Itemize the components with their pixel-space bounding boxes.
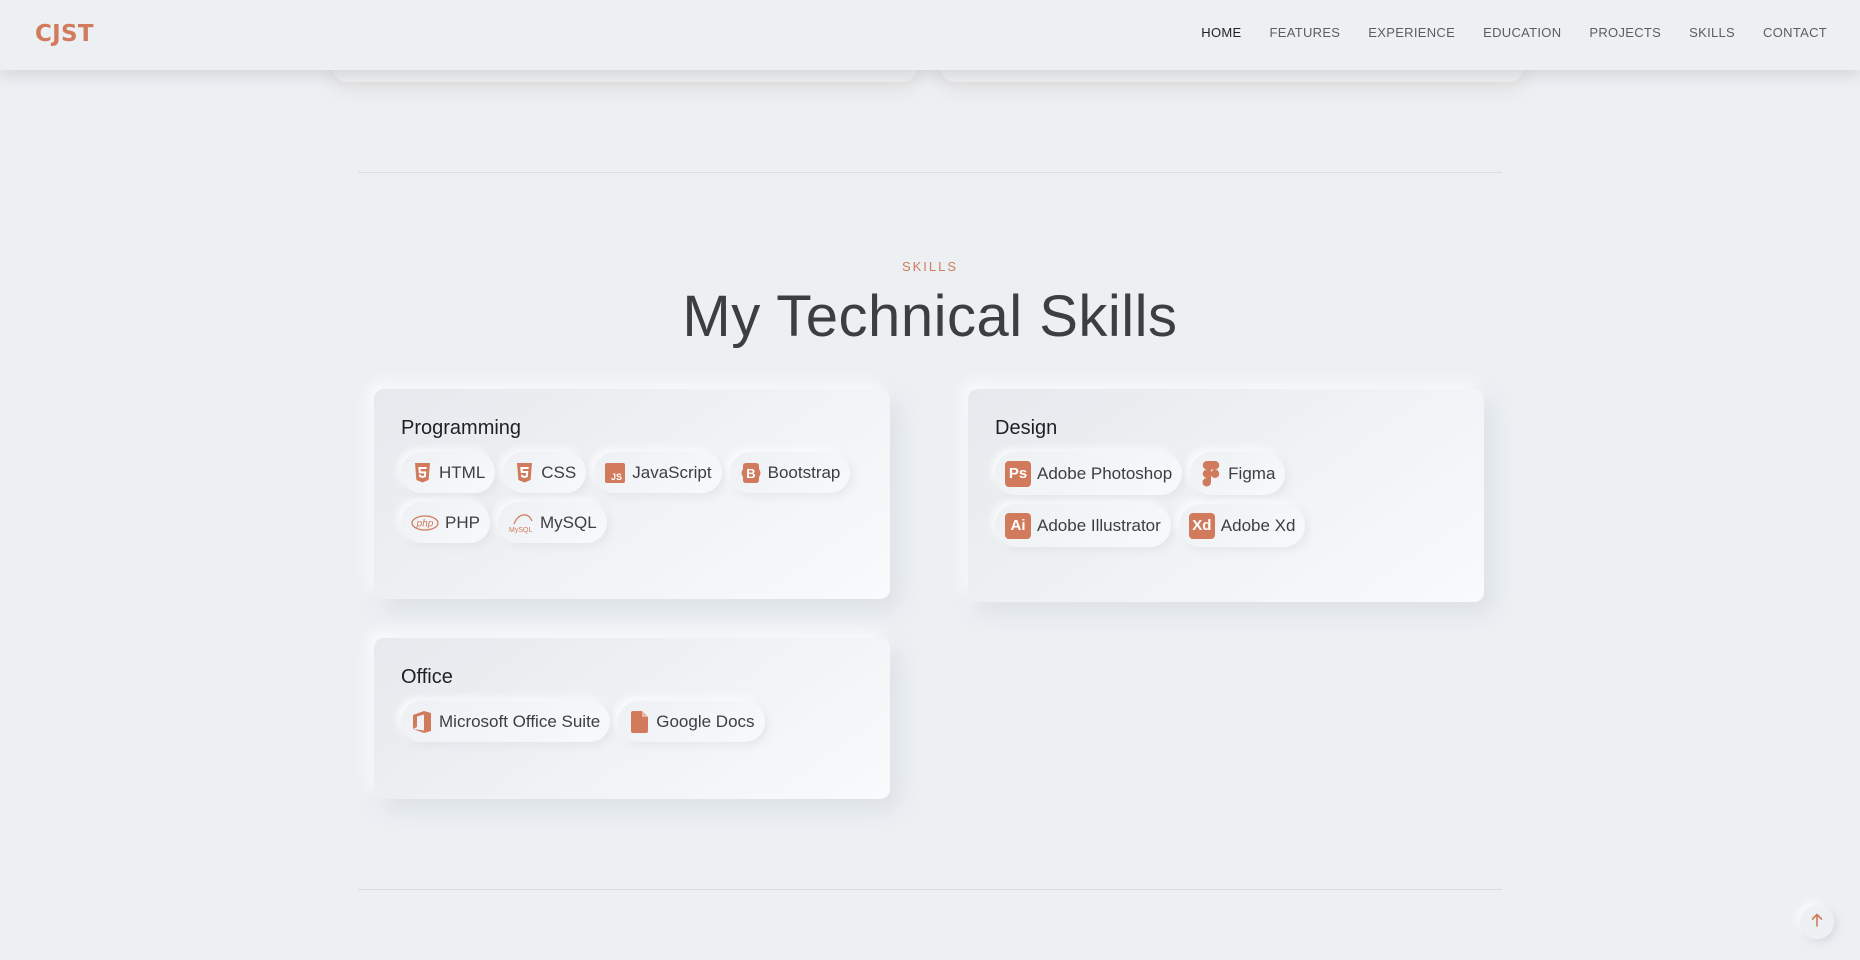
php-icon: php — [411, 511, 439, 535]
section-kicker: SKILLS — [901, 259, 959, 274]
css3-icon — [513, 461, 535, 485]
skill-label: Adobe Xd — [1220, 515, 1296, 535]
skill-label: MySQL — [539, 512, 597, 532]
card-title: Office — [401, 666, 453, 688]
nav-item-experience[interactable]: EXPERIENCE — [1368, 25, 1455, 40]
skill-chip-google-docs[interactable]: Google Docs — [618, 701, 765, 742]
skill-list: Ps Adobe Photoshop Figma Ai Adobe Illust… — [995, 452, 1457, 547]
back-to-top-button[interactable] — [1800, 905, 1834, 939]
mysql-icon-text: MySQL — [509, 527, 532, 534]
javascript-icon: JS — [604, 461, 626, 485]
office-icon — [411, 710, 433, 734]
skill-label: HTML — [439, 462, 486, 482]
main-nav: HOME FEATURES EXPERIENCE EDUCATION PROJE… — [1201, 25, 1827, 40]
bootstrap-icon-text: B — [746, 466, 755, 481]
document-icon — [628, 710, 650, 734]
illustrator-icon: Ai — [1005, 512, 1031, 539]
skill-label: PHP — [445, 512, 480, 532]
section-divider — [358, 172, 1502, 173]
skill-card-programming: Programming HTML CSS JS JavaScript B Boo… — [374, 389, 890, 599]
skill-label: Microsoft Office Suite — [439, 711, 601, 731]
skill-chip-mysql[interactable]: MySQL MySQL — [497, 502, 607, 543]
bootstrap-icon: B — [740, 461, 762, 485]
site-logo[interactable]: CJST — [35, 21, 94, 47]
skill-chip-photoshop[interactable]: Ps Adobe Photoshop — [995, 452, 1183, 495]
skill-chip-php[interactable]: php PHP — [401, 502, 490, 543]
mysql-icon: MySQL — [508, 511, 534, 535]
section-divider — [358, 889, 1502, 890]
skill-chip-figma[interactable]: Figma — [1190, 452, 1286, 495]
skill-label: Google Docs — [656, 711, 755, 731]
card-title: Programming — [401, 417, 522, 439]
skill-label: Bootstrap — [767, 462, 841, 482]
javascript-icon-text: JS — [611, 472, 622, 482]
skill-card-design: Design Ps Adobe Photoshop Figma Ai Adobe… — [968, 389, 1484, 602]
nav-item-home[interactable]: HOME — [1201, 25, 1241, 40]
skill-chip-html[interactable]: HTML — [401, 452, 496, 493]
skill-chip-illustrator[interactable]: Ai Adobe Illustrator — [995, 504, 1171, 547]
skill-label: Adobe Photoshop — [1037, 463, 1173, 483]
skill-chip-bootstrap[interactable]: B Bootstrap — [729, 452, 851, 493]
section-title: My Technical Skills — [682, 284, 1178, 349]
skill-label: CSS — [541, 462, 577, 482]
skill-label: JavaScript — [632, 462, 712, 482]
nav-item-contact[interactable]: CONTACT — [1763, 25, 1827, 40]
skill-list: HTML CSS JS JavaScript B Bootstrap php P… — [401, 452, 863, 543]
figma-icon — [1200, 460, 1222, 486]
skill-chip-office[interactable]: Microsoft Office Suite — [401, 701, 611, 742]
skill-chip-javascript[interactable]: JS JavaScript — [594, 452, 722, 493]
nav-item-features[interactable]: FEATURES — [1270, 25, 1341, 40]
skill-list: Microsoft Office Suite Google Docs — [401, 701, 863, 742]
skill-label: Adobe Illustrator — [1037, 515, 1161, 535]
nav-item-projects[interactable]: PROJECTS — [1589, 25, 1661, 40]
card-title: Design — [995, 417, 1058, 439]
arrow-up-icon — [1811, 913, 1823, 932]
skill-card-office: Office Microsoft Office Suite Google Doc… — [374, 638, 890, 799]
xd-icon: Xd — [1188, 512, 1215, 539]
site-header: CJST HOME FEATURES EXPERIENCE EDUCATION … — [0, 0, 1860, 70]
photoshop-icon: Ps — [1005, 460, 1031, 487]
php-icon-text: php — [416, 518, 434, 529]
skill-label: Figma — [1228, 463, 1276, 483]
html5-icon — [411, 461, 433, 485]
skill-chip-css[interactable]: CSS — [503, 452, 587, 493]
nav-item-education[interactable]: EDUCATION — [1483, 25, 1561, 40]
skill-chip-xd[interactable]: Xd Adobe Xd — [1178, 504, 1306, 547]
nav-item-skills[interactable]: SKILLS — [1689, 25, 1735, 40]
